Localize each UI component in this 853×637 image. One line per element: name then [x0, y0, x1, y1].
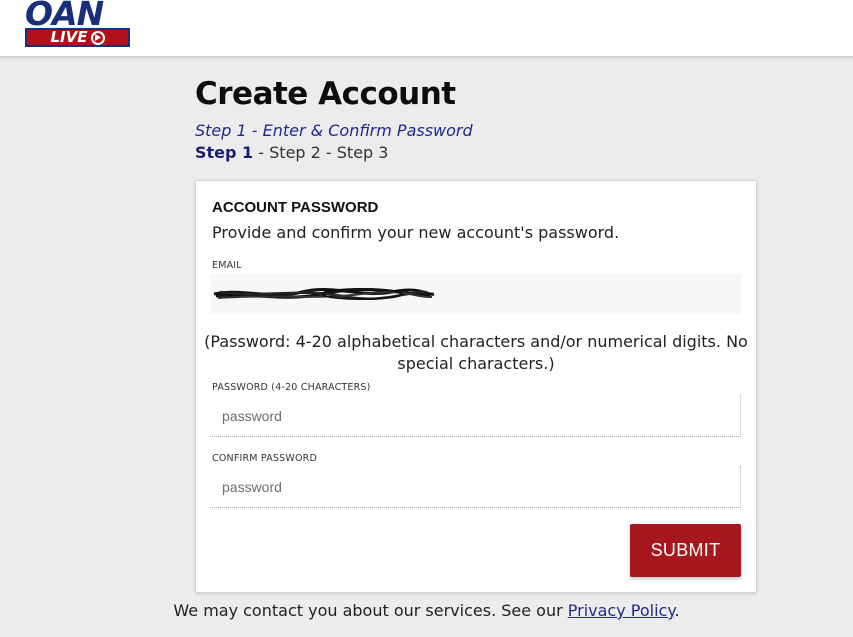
- logo-live-text: LIVE: [50, 28, 88, 46]
- card-description: Provide and confirm your new account's p…: [212, 223, 620, 242]
- account-password-card: ACCOUNT PASSWORD Provide and confirm you…: [195, 180, 757, 593]
- contact-notice-text: We may contact you about our services. S…: [173, 601, 568, 620]
- password-requirements-hint: (Password: 4-20 alphabetical characters …: [204, 332, 748, 373]
- password-label: PASSWORD (4-20 CHARACTERS): [212, 382, 371, 393]
- page-title: Create Account: [195, 76, 456, 112]
- contact-notice: We may contact you about our services. S…: [0, 601, 853, 620]
- confirm-password-input[interactable]: [210, 466, 741, 508]
- play-circle-icon: [90, 30, 105, 45]
- email-field: [210, 274, 741, 314]
- password-input[interactable]: [210, 395, 741, 437]
- contact-notice-end: .: [674, 601, 680, 620]
- privacy-policy-link[interactable]: Privacy Policy: [568, 601, 675, 620]
- top-bar: OAN LIVE: [0, 0, 853, 57]
- active-step: Step 1: [195, 143, 254, 162]
- step-subtitle: Step 1 - Enter & Confirm Password: [195, 121, 473, 140]
- remaining-steps: - Step 2 - Step 3: [253, 143, 389, 162]
- submit-button[interactable]: SUBMIT: [630, 524, 741, 577]
- logo-live-banner: LIVE: [25, 28, 130, 47]
- redacted-email-scribble: [213, 288, 435, 300]
- email-label: EMAIL: [212, 260, 242, 271]
- logo-wordmark: OAN: [25, 0, 104, 27]
- oan-live-logo[interactable]: OAN LIVE: [25, 0, 130, 48]
- step-tracker: Step 1 - Step 2 - Step 3: [195, 143, 388, 162]
- confirm-password-label: CONFIRM PASSWORD: [212, 453, 317, 464]
- card-heading: ACCOUNT PASSWORD: [212, 199, 379, 216]
